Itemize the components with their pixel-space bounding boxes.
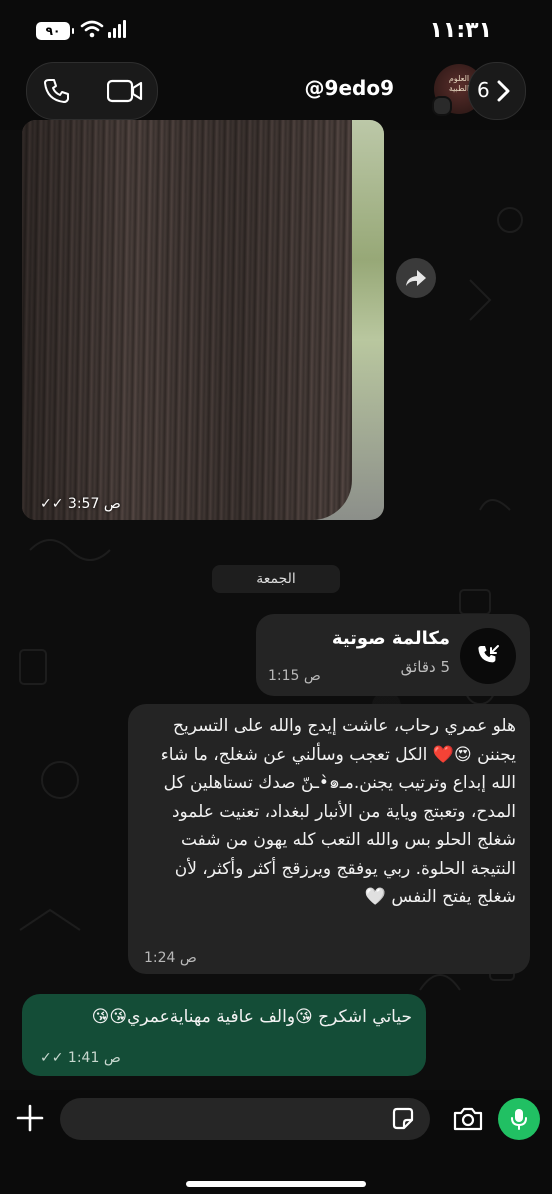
call-title: مكالمة صوتية [331, 628, 450, 649]
forward-icon [406, 270, 426, 286]
chat-header: @9edo9 العلوم الطبية 6 [0, 58, 552, 128]
message-time: 1:24 ص [144, 950, 197, 966]
photo-timestamp: ✓✓ 3:57 ص [40, 496, 121, 512]
signal-icon [108, 20, 126, 38]
message-text: حياتي اشكرج 😘والف عافية مهنايةعمري😘😘 [91, 1007, 412, 1027]
double-check-icon: ✓✓ [40, 1050, 64, 1066]
call-actions [26, 62, 158, 120]
battery-indicator: ٩٠ [36, 22, 74, 40]
sent-message[interactable]: حياتي اشكرج 😘والف عافية مهنايةعمري😘😘 ✓✓ … [22, 994, 426, 1076]
message-text: هلو عمري رحاب، عاشت إيدج والله على التسر… [160, 716, 516, 907]
message-input[interactable] [60, 1098, 430, 1140]
disappearing-timer-icon [432, 96, 452, 116]
call-duration: 5 دقائق [400, 658, 450, 676]
chevron-right-icon [497, 80, 510, 102]
microphone-icon [511, 1109, 527, 1130]
status-time: ١١:٣١ [429, 18, 492, 43]
incoming-call-icon [478, 645, 499, 663]
date-separator: الجمعة [212, 565, 340, 593]
phone-call-button[interactable] [43, 77, 71, 105]
camera-button[interactable] [452, 1106, 484, 1132]
status-bar: ٩٠ ١١:٣١ [0, 0, 552, 60]
attach-plus-button[interactable] [14, 1102, 46, 1134]
compose-bar [0, 1090, 552, 1194]
message-time: ✓✓ 1:41 ص [40, 1050, 121, 1066]
photo-message[interactable]: ✓✓ 3:57 ص [22, 120, 384, 520]
double-check-icon: ✓✓ [40, 496, 64, 512]
message-time: 1:15 ص [268, 668, 321, 684]
forward-button[interactable] [396, 258, 436, 298]
voice-record-button[interactable] [498, 1098, 540, 1140]
video-call-button[interactable] [107, 79, 143, 103]
contact-name[interactable]: @9edo9 [305, 76, 394, 100]
call-icon-circle [460, 628, 516, 684]
unread-count: 6 [477, 78, 490, 102]
wifi-icon [80, 20, 104, 38]
voice-call-message[interactable]: مكالمة صوتية 5 دقائق 1:15 ص [256, 614, 530, 696]
home-indicator [186, 1181, 366, 1187]
sticker-button[interactable] [390, 1106, 416, 1132]
received-message[interactable]: هلو عمري رحاب، عاشت إيدج والله على التسر… [128, 704, 530, 974]
back-button[interactable]: 6 [468, 62, 526, 120]
